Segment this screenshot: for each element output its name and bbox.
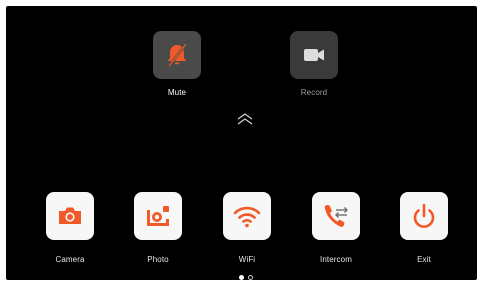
wifi-button[interactable] — [223, 192, 271, 240]
photo-icon — [147, 206, 169, 226]
page-indicator — [239, 275, 253, 280]
mute-label: Mute — [167, 88, 187, 97]
video-camera-icon — [304, 49, 324, 61]
wifi-label: WiFi — [238, 255, 256, 264]
camera-label: Camera — [55, 255, 85, 264]
photo-label: Photo — [147, 255, 169, 264]
page-dot[interactable] — [248, 275, 253, 280]
record-label: Record — [300, 88, 328, 97]
wifi-icon — [233, 206, 261, 228]
photo-button[interactable] — [134, 192, 182, 240]
intercom-phone-icon — [324, 205, 348, 227]
intercom-button[interactable] — [312, 192, 360, 240]
camera-icon — [59, 207, 81, 224]
chevron-double-up-icon[interactable] — [235, 112, 255, 126]
intercom-label: Intercom — [320, 255, 352, 264]
power-icon — [413, 203, 435, 228]
bell-muted-icon — [167, 43, 188, 67]
camera-button[interactable] — [46, 192, 94, 240]
home-screen: Mute Record Camera Photo WiFi Intercom E… — [6, 6, 477, 280]
mute-button[interactable] — [153, 31, 201, 79]
page-dot-active[interactable] — [239, 275, 244, 280]
exit-button[interactable] — [400, 192, 448, 240]
exit-label: Exit — [417, 255, 431, 264]
record-button[interactable] — [290, 31, 338, 79]
